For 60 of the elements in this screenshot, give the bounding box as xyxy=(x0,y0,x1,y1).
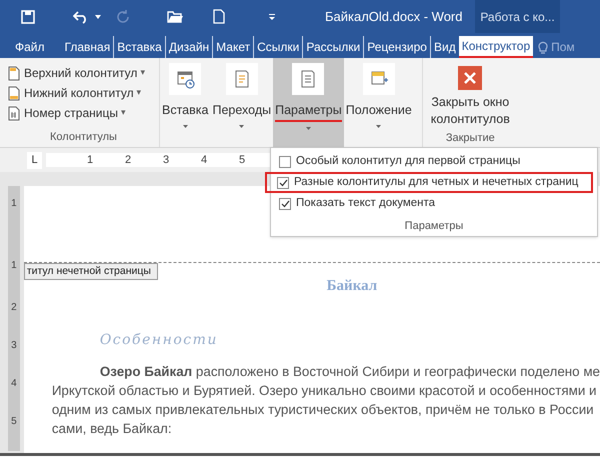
checkbox[interactable] xyxy=(279,198,291,210)
save-icon[interactable] xyxy=(21,10,35,24)
ruler-number: 5 xyxy=(11,416,17,428)
checkmark-icon xyxy=(280,200,290,208)
paragraph-line[interactable]: Иркутской областью и Бурятией. Озеро уникально своими красотой и особенностями и xyxy=(24,380,600,400)
lightbulb-icon[interactable] xyxy=(538,40,548,54)
undo-icon[interactable] xyxy=(73,10,89,24)
header-tag: титул нечетной страницы xyxy=(24,263,158,280)
caret-icon xyxy=(376,124,382,128)
option-label[interactable]: Показать текст документа xyxy=(296,194,436,212)
ruler-number: 3 xyxy=(11,340,17,352)
page-icon xyxy=(8,106,20,120)
ribbon-tab[interactable]: Главная xyxy=(62,36,114,58)
document-icon[interactable] xyxy=(213,9,225,24)
calendar-clock-icon xyxy=(175,69,196,89)
page-icon xyxy=(8,86,20,100)
ribbon-button[interactable]: Параметры xyxy=(273,58,344,147)
option-row[interactable]: Разные колонтитулы для четных и нечетных страниц xyxy=(265,172,593,193)
header-footer-item[interactable]: Верхний колонтитул ▾ xyxy=(8,63,159,83)
ruler-number: 4 xyxy=(201,153,208,167)
group-label: Закрытие xyxy=(446,131,495,146)
ruler-number: 1 xyxy=(11,260,17,272)
paragraph-line[interactable]: Озеро Байкал расположено в Восточной Сибири и географически поделено ме xyxy=(24,362,600,380)
close-icon xyxy=(458,66,482,90)
header-footer-item[interactable]: Номер страницы ▾ xyxy=(8,103,159,123)
paragraph-line[interactable]: сами, ведь Байкал: xyxy=(24,418,600,438)
tab-selector[interactable]: L xyxy=(27,152,42,168)
caret-icon xyxy=(306,126,311,130)
caret-icon xyxy=(182,124,188,128)
ruler-number: 2 xyxy=(125,153,132,167)
option-label[interactable]: Особый колонтитул для первой страницы xyxy=(296,152,520,170)
header-footer-item[interactable]: Нижний колонтитул ▾ xyxy=(8,83,159,103)
group-label: Колонтитулы xyxy=(50,130,118,145)
window-title: БайкалOld.docx - Word xyxy=(325,8,462,26)
paragraph-line[interactable]: одним из самых привлекательных туристических объектов, причём не только в России xyxy=(24,400,600,418)
checkmark-icon xyxy=(278,178,288,186)
option-label[interactable]: Разные колонтитулы для четных и нечетных страниц xyxy=(294,174,578,192)
ruler-number: 2 xyxy=(11,302,17,314)
group-label: Параметры xyxy=(404,219,464,234)
caret-icon[interactable] xyxy=(95,14,101,18)
ruler-number: 5 xyxy=(239,153,246,167)
ruler-number: 1 xyxy=(87,153,94,167)
page-icon xyxy=(8,66,20,80)
caret-icon xyxy=(239,124,244,128)
option-row[interactable]: Особый колонтитул для первой страницы xyxy=(271,151,597,172)
option-row[interactable]: Показать текст документа xyxy=(271,193,597,214)
close-header-footer-button[interactable]: Закрыть окно колонтитулов xyxy=(428,66,512,128)
ribbon-tab[interactable]: Файл xyxy=(12,36,48,58)
ribbon-button[interactable]: Вставка xyxy=(160,58,210,147)
ribbon-button[interactable]: Положение xyxy=(344,58,414,147)
customize-icon[interactable] xyxy=(269,14,275,20)
checkbox[interactable] xyxy=(279,156,291,168)
ribbon-tab[interactable]: Конструктор xyxy=(458,36,534,58)
context-tab-label: Работа с ко... xyxy=(475,0,560,33)
checkbox[interactable] xyxy=(277,176,289,188)
ruler-number: 4 xyxy=(11,378,17,390)
ruler-number: 1 xyxy=(11,198,17,210)
folder-icon[interactable] xyxy=(167,10,183,22)
ribbon-button[interactable]: Переходы xyxy=(210,58,274,147)
ruler-number: 3 xyxy=(163,153,170,167)
